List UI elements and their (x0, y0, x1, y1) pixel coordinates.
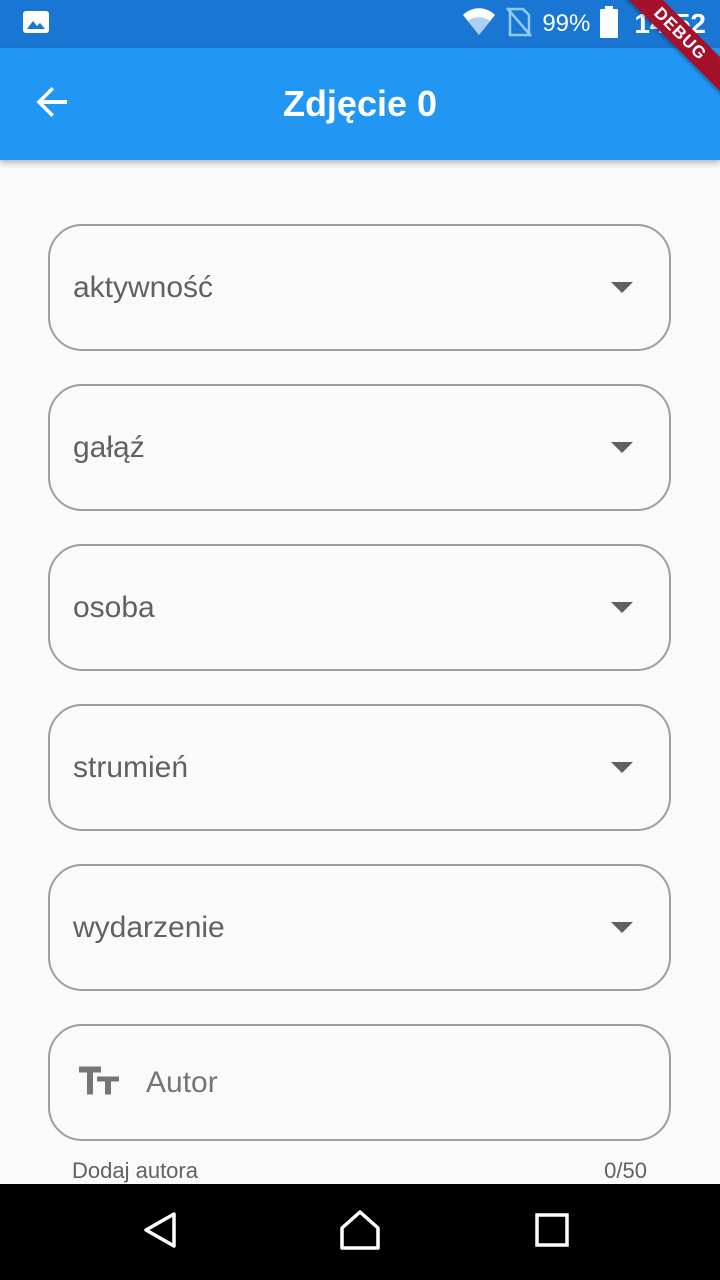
dropdown-arrow-icon (611, 441, 633, 453)
status-left (22, 8, 50, 41)
app-bar: Zdjęcie 0 (0, 48, 720, 160)
dropdown-label: wydarzenie (73, 910, 225, 944)
dropdown-strumien[interactable]: strumień (48, 704, 671, 831)
nav-back-button[interactable] (130, 1204, 190, 1260)
dropdown-label: osoba (73, 590, 155, 624)
dropdown-arrow-icon (611, 601, 633, 613)
status-time: 14:52 (634, 8, 706, 39)
arrow-back-icon (34, 84, 70, 125)
author-field[interactable] (48, 1024, 671, 1141)
dropdown-arrow-icon (611, 761, 633, 773)
nav-home-button[interactable] (330, 1204, 390, 1260)
dropdown-label: gałąź (73, 430, 145, 464)
author-input[interactable] (146, 1065, 626, 1100)
text-fields-icon (78, 1063, 120, 1102)
system-nav-bar (0, 1184, 720, 1280)
page-title: Zdjęcie 0 (282, 83, 438, 124)
back-triangle-icon (140, 1210, 180, 1255)
no-sim-icon (506, 6, 533, 42)
dropdown-osoba[interactable]: osoba (48, 544, 671, 671)
dropdown-arrow-icon (611, 921, 633, 933)
dropdown-label: strumień (73, 750, 189, 784)
status-bar: 99% 14:52 (0, 0, 720, 48)
dropdown-label: aktywność (73, 270, 214, 304)
dropdown-aktywnosc[interactable]: aktywność (48, 224, 671, 351)
recents-icon (534, 1212, 570, 1253)
dropdown-galaz[interactable]: gałąź (48, 384, 671, 511)
author-helper-text: Dodaj autora (72, 1158, 198, 1183)
home-icon (339, 1209, 381, 1256)
author-char-counter: 0/50 (604, 1158, 647, 1183)
dropdown-wydarzenie[interactable]: wydarzenie (48, 864, 671, 991)
back-button[interactable] (22, 74, 82, 134)
wifi-icon (462, 7, 496, 42)
dropdown-arrow-icon (611, 281, 633, 293)
author-helper-row: Dodaj autora 0/50 (72, 1158, 647, 1184)
battery-percent: 99% (542, 10, 591, 37)
nav-recents-button[interactable] (522, 1204, 582, 1260)
image-notification-icon (22, 8, 50, 41)
status-right: 99% 14:52 (462, 5, 706, 43)
battery-icon (600, 5, 619, 43)
